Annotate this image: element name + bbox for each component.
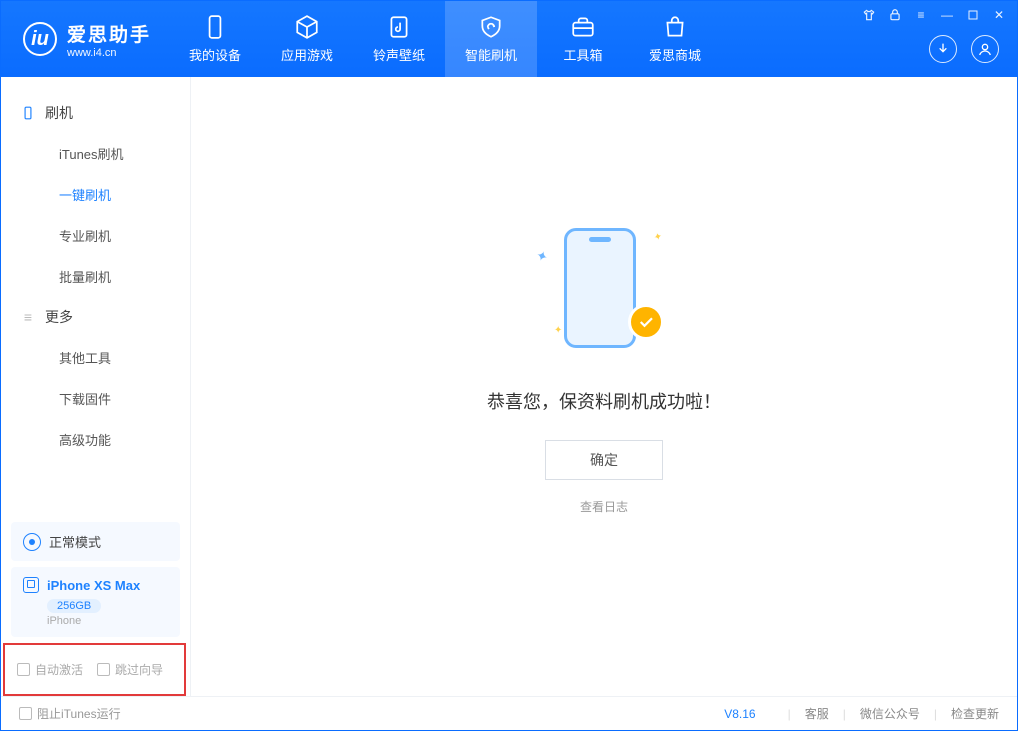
checkbox-label: 阻止iTunes运行 bbox=[37, 705, 121, 722]
window-controls: ≡ — ✕ bbox=[861, 7, 1007, 23]
app-window: iu 爱思助手 www.i4.cn 我的设备 应用游戏 铃声壁纸 智能刷机 bbox=[0, 0, 1018, 731]
sparkle-icon: ✦ bbox=[533, 247, 550, 267]
music-note-icon bbox=[386, 14, 412, 40]
checkbox-label: 跳过向导 bbox=[115, 661, 163, 678]
checkbox-icon bbox=[17, 663, 30, 676]
close-icon[interactable]: ✕ bbox=[991, 7, 1007, 23]
sidebar-section-label: 刷机 bbox=[45, 103, 73, 123]
tab-label: 应用游戏 bbox=[281, 45, 333, 64]
mode-normal-icon bbox=[23, 533, 41, 551]
footer: 阻止iTunes运行 V8.16 | 客服 | 微信公众号 | 检查更新 bbox=[1, 696, 1017, 730]
wechat-link[interactable]: 微信公众号 bbox=[860, 705, 920, 722]
tab-label: 铃声壁纸 bbox=[373, 45, 425, 64]
separator: | bbox=[934, 707, 937, 721]
device-box[interactable]: iPhone XS Max 256GB iPhone bbox=[11, 567, 180, 637]
check-update-link[interactable]: 检查更新 bbox=[951, 705, 999, 722]
header-account-icons bbox=[929, 35, 999, 63]
tab-label: 我的设备 bbox=[189, 45, 241, 64]
tab-my-device[interactable]: 我的设备 bbox=[169, 1, 261, 77]
kefu-link[interactable]: 客服 bbox=[805, 705, 829, 722]
sidebar-bottom: 正常模式 iPhone XS Max 256GB iPhone 自动激活 bbox=[1, 516, 190, 696]
sidebar-item-advanced[interactable]: 高级功能 bbox=[1, 419, 190, 460]
skip-guide-checkbox[interactable]: 跳过向导 bbox=[97, 661, 163, 678]
header: iu 爱思助手 www.i4.cn 我的设备 应用游戏 铃声壁纸 智能刷机 bbox=[1, 1, 1017, 77]
sidebar-item-itunes-flash[interactable]: iTunes刷机 bbox=[1, 133, 190, 174]
device-capacity: 256GB bbox=[47, 599, 101, 613]
sparkle-icon: ✦ bbox=[554, 325, 562, 336]
mode-label: 正常模式 bbox=[49, 532, 101, 551]
sidebar: 刷机 iTunes刷机 一键刷机 专业刷机 批量刷机 ≡ 更多 其他工具 下载固… bbox=[1, 77, 191, 696]
sidebar-section-label: 更多 bbox=[45, 307, 73, 327]
tab-apps-games[interactable]: 应用游戏 bbox=[261, 1, 353, 77]
version-label: V8.16 bbox=[724, 707, 755, 721]
list-icon: ≡ bbox=[21, 310, 35, 324]
options-row: 自动激活 跳过向导 bbox=[3, 643, 186, 696]
maximize-icon[interactable] bbox=[965, 7, 981, 23]
app-name: 爱思助手 bbox=[67, 20, 151, 47]
sidebar-item-oneclick-flash[interactable]: 一键刷机 bbox=[1, 174, 190, 215]
device-icon bbox=[23, 577, 39, 593]
checkbox-label: 自动激活 bbox=[35, 661, 83, 678]
menu-icon[interactable]: ≡ bbox=[913, 7, 929, 23]
user-icon[interactable] bbox=[971, 35, 999, 63]
success-text: 恭喜您，保资料刷机成功啦！ bbox=[487, 388, 721, 414]
tab-label: 智能刷机 bbox=[465, 45, 517, 64]
sidebar-section-flash: 刷机 bbox=[1, 93, 190, 133]
tab-smart-flash[interactable]: 智能刷机 bbox=[445, 1, 537, 77]
mode-box[interactable]: 正常模式 bbox=[11, 522, 180, 561]
cube-icon bbox=[294, 14, 320, 40]
tab-ringtone-wallpaper[interactable]: 铃声壁纸 bbox=[353, 1, 445, 77]
checkmark-badge-icon bbox=[628, 304, 664, 340]
lock-icon[interactable] bbox=[887, 7, 903, 23]
tab-label: 工具箱 bbox=[564, 45, 603, 64]
bag-icon bbox=[662, 14, 688, 40]
sidebar-item-batch-flash[interactable]: 批量刷机 bbox=[1, 256, 190, 297]
logo-block: iu 爱思助手 www.i4.cn bbox=[1, 20, 169, 59]
tab-store[interactable]: 爱思商城 bbox=[629, 1, 721, 77]
sidebar-section-more: ≡ 更多 bbox=[1, 297, 190, 337]
tshirt-icon[interactable] bbox=[861, 7, 877, 23]
separator: | bbox=[843, 707, 846, 721]
body: 刷机 iTunes刷机 一键刷机 专业刷机 批量刷机 ≡ 更多 其他工具 下载固… bbox=[1, 77, 1017, 696]
separator: | bbox=[788, 707, 791, 721]
ok-button[interactable]: 确定 bbox=[545, 440, 663, 480]
main-content: ✦ ✦ ✦ 恭喜您，保资料刷机成功啦！ 确定 查看日志 bbox=[191, 77, 1017, 696]
phone-small-icon bbox=[21, 106, 35, 120]
refresh-shield-icon bbox=[478, 14, 504, 40]
success-graphic: ✦ ✦ ✦ bbox=[534, 218, 674, 358]
view-log-link[interactable]: 查看日志 bbox=[580, 498, 628, 515]
sidebar-item-download-firmware[interactable]: 下载固件 bbox=[1, 378, 190, 419]
phone-icon bbox=[202, 14, 228, 40]
checkbox-icon bbox=[19, 707, 32, 720]
toolbox-icon bbox=[570, 14, 596, 40]
device-name: iPhone XS Max bbox=[47, 578, 140, 593]
tab-label: 爱思商城 bbox=[649, 45, 701, 64]
tab-toolbox[interactable]: 工具箱 bbox=[537, 1, 629, 77]
logo-icon: iu bbox=[23, 22, 57, 56]
sparkle-icon: ✦ bbox=[652, 231, 663, 244]
sidebar-item-other-tools[interactable]: 其他工具 bbox=[1, 337, 190, 378]
block-itunes-checkbox[interactable]: 阻止iTunes运行 bbox=[19, 705, 121, 722]
minimize-icon[interactable]: — bbox=[939, 7, 955, 23]
sidebar-item-pro-flash[interactable]: 专业刷机 bbox=[1, 215, 190, 256]
checkbox-icon bbox=[97, 663, 110, 676]
download-icon[interactable] bbox=[929, 35, 957, 63]
device-sub: iPhone bbox=[47, 615, 168, 627]
app-url: www.i4.cn bbox=[67, 47, 151, 59]
header-tabs: 我的设备 应用游戏 铃声壁纸 智能刷机 工具箱 爱思商城 bbox=[169, 1, 721, 77]
auto-activate-checkbox[interactable]: 自动激活 bbox=[17, 661, 83, 678]
phone-graphic-icon bbox=[564, 228, 636, 348]
